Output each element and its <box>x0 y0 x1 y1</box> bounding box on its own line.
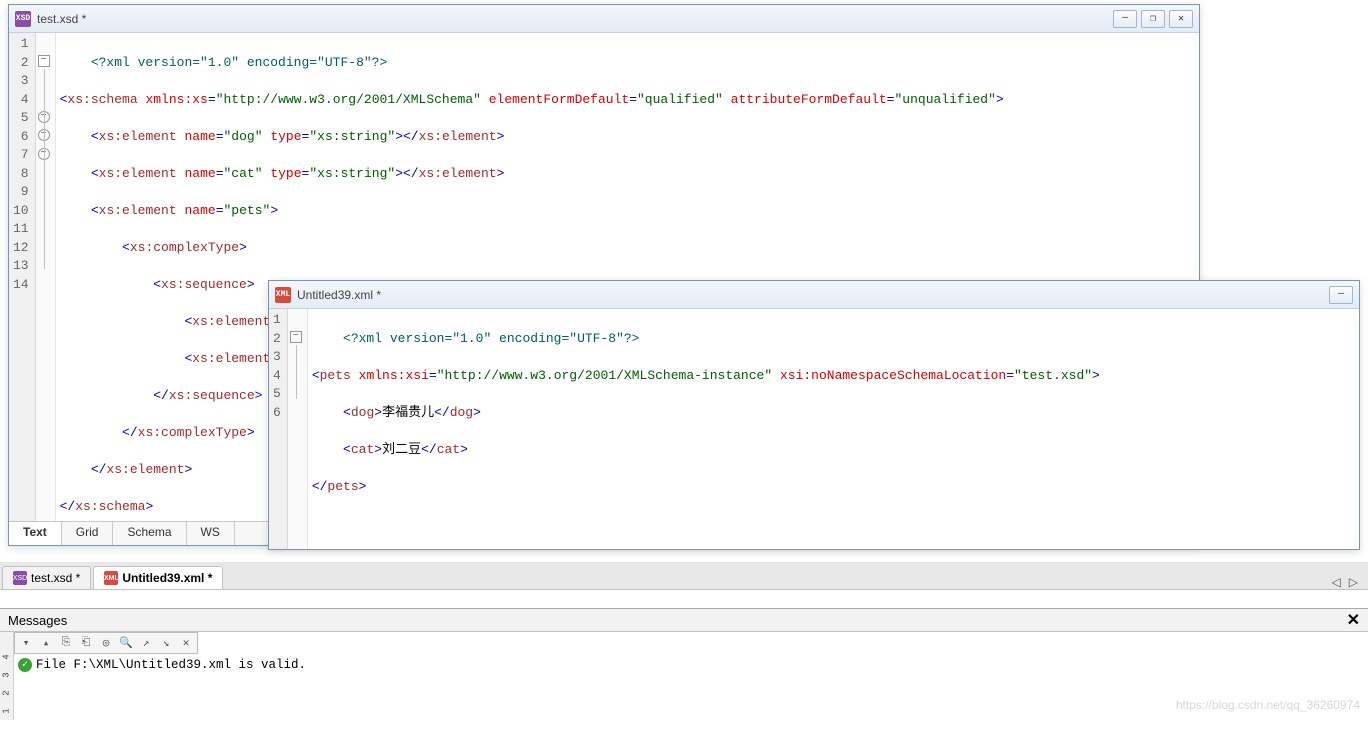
tab-grid[interactable]: Grid <box>62 522 114 545</box>
toolbar-btn[interactable]: ⎗ <box>77 635 95 651</box>
toolbar-btn[interactable]: ↘ <box>157 635 175 651</box>
messages-header: Messages ✕ <box>0 608 1368 632</box>
toolbar-btn[interactable]: 🔍 <box>117 635 135 651</box>
file-icon-xml: XML <box>275 287 291 303</box>
file-icon-xsd: XSD <box>15 11 31 27</box>
toolbar-clear-icon[interactable]: ✕ <box>177 635 195 651</box>
fold-column[interactable]: − <box>288 309 308 549</box>
message-tab-numbers[interactable]: 1 2 3 4 <box>0 632 14 720</box>
tab-wsdl[interactable]: WS <box>187 522 235 545</box>
doc-tab-label: test.xsd * <box>31 571 80 585</box>
fold-toggle[interactable]: − <box>38 55 50 67</box>
window-title: test.xsd * <box>37 12 1113 26</box>
doc-tab-xml[interactable]: XML Untitled39.xml * <box>93 566 223 589</box>
maximize-button[interactable]: ❐ <box>1141 10 1165 28</box>
toolbar-btn[interactable]: ▾ <box>17 635 35 651</box>
window-title: Untitled39.xml * <box>297 288 1329 302</box>
success-icon: ✓ <box>18 658 32 672</box>
messages-title: Messages <box>8 613 67 628</box>
nav-prev-icon[interactable]: ◁ <box>1332 575 1341 589</box>
fold-column[interactable]: − − − − <box>36 33 56 545</box>
doc-tab-xsd[interactable]: XSD test.xsd * <box>2 566 91 589</box>
editor-window-xml: XML Untitled39.xml * — 123 456 − <?xml v… <box>268 280 1360 550</box>
toolbar-btn[interactable]: ⎘ <box>57 635 75 651</box>
nav-next-icon[interactable]: ▷ <box>1349 575 1358 589</box>
close-button[interactable]: ✕ <box>1169 10 1193 28</box>
toolbar-btn[interactable]: ◎ <box>97 635 115 651</box>
message-text: File F:\XML\Untitled39.xml is valid. <box>36 658 306 672</box>
file-icon-xml: XML <box>104 571 118 585</box>
minimize-button[interactable]: — <box>1329 286 1353 304</box>
code-editor[interactable]: <?xml version="1.0" encoding="UTF-8"?> <… <box>308 309 1359 549</box>
minimize-button[interactable]: — <box>1113 10 1137 28</box>
titlebar[interactable]: XSD test.xsd * — ❐ ✕ <box>9 5 1199 33</box>
tab-schema[interactable]: Schema <box>113 522 186 545</box>
doc-tab-label: Untitled39.xml * <box>122 571 212 585</box>
tab-text[interactable]: Text <box>9 522 62 545</box>
messages-close-icon[interactable]: ✕ <box>1347 610 1360 630</box>
toolbar-btn[interactable]: ▴ <box>37 635 55 651</box>
doc-tab-nav: ◁ ▷ <box>1322 575 1368 589</box>
line-gutter: 123 456 789 101112 1314 <box>9 33 36 545</box>
watermark-text: https://blog.csdn.net/qq_36260974 <box>1176 698 1360 712</box>
file-icon-xsd: XSD <box>13 571 27 585</box>
document-tabs: XSD test.xsd * XML Untitled39.xml * ◁ ▷ <box>0 562 1368 590</box>
line-gutter: 123 456 <box>269 309 288 549</box>
fold-toggle[interactable]: − <box>290 331 302 343</box>
toolbar-btn[interactable]: ↗ <box>137 635 155 651</box>
messages-toolbar: ▾ ▴ ⎘ ⎗ ◎ 🔍 ↗ ↘ ✕ <box>14 632 198 654</box>
titlebar[interactable]: XML Untitled39.xml * — <box>269 281 1359 309</box>
messages-body: ✓ File F:\XML\Untitled39.xml is valid. <box>14 656 1368 716</box>
